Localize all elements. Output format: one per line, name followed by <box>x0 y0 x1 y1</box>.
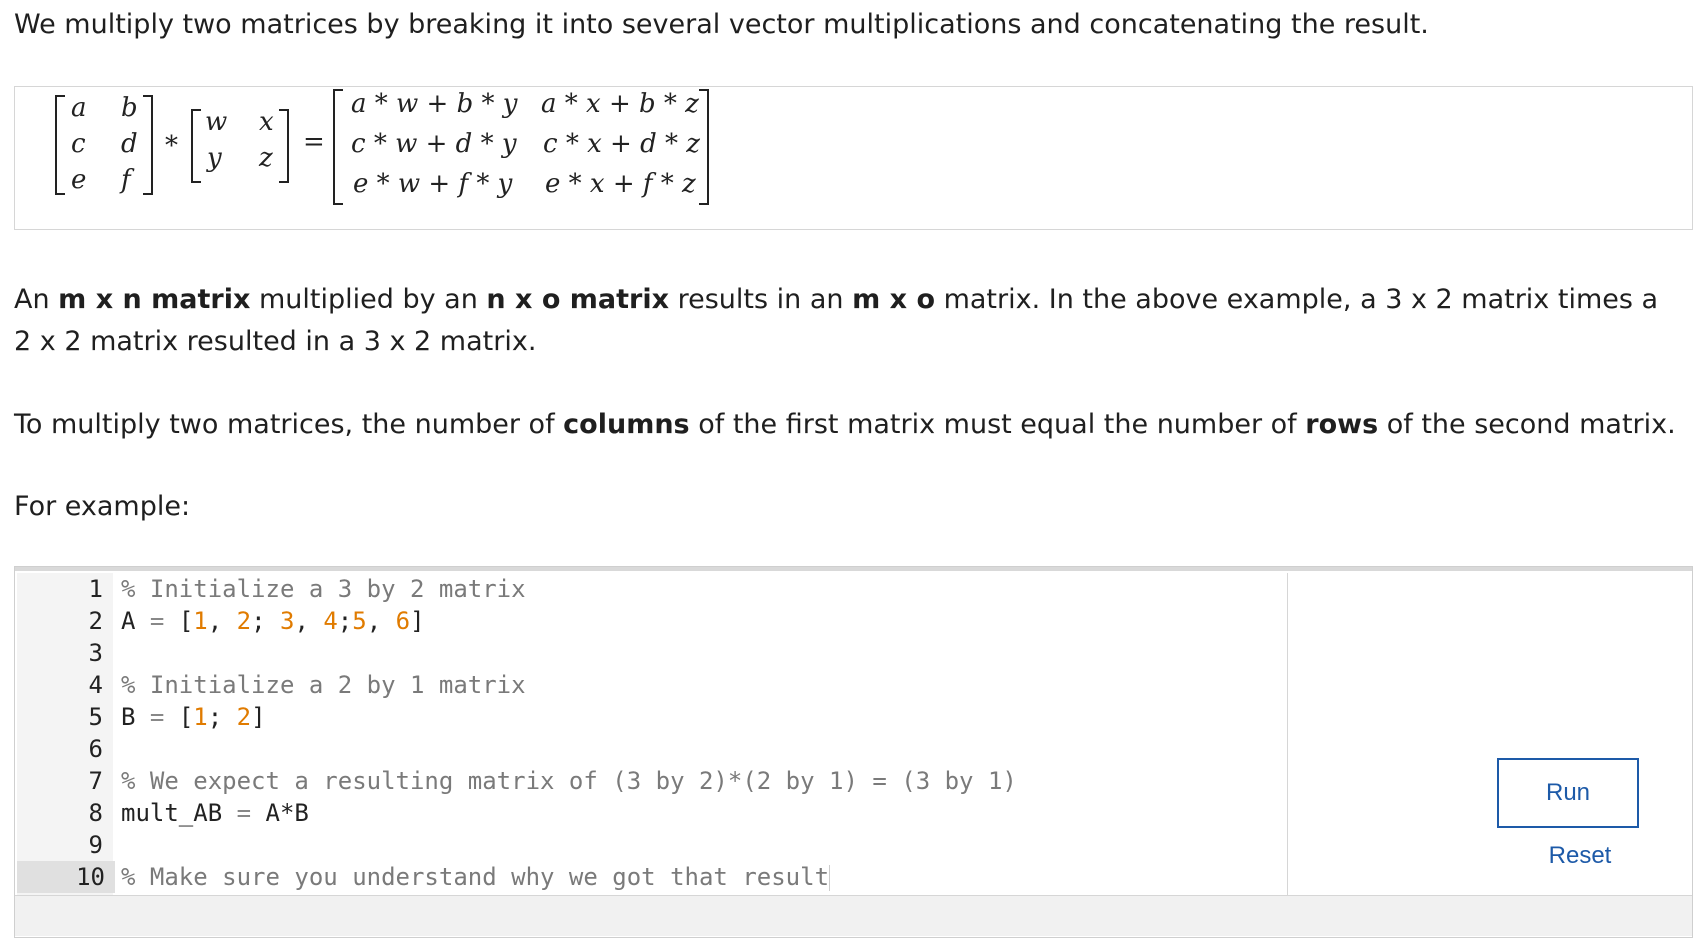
line-number: 5 <box>88 703 103 731</box>
line-number-gutter: 1 2 3 4 5 6 7 8 9 <box>17 573 113 895</box>
right-matrix-bracket-open <box>191 109 201 183</box>
code-text-area[interactable]: % Initialize a 3 by 2 matrix A = [1, 2; … <box>113 573 1288 895</box>
intro-text: We multiply two matrices by breaking it … <box>14 9 1429 40</box>
example-label: For example: <box>14 491 191 522</box>
line-number: 7 <box>88 767 103 795</box>
matrix-entry: w <box>205 107 228 137</box>
reset-link[interactable]: Reset <box>1540 842 1620 870</box>
matrix-entry: f <box>121 165 131 195</box>
code-line: A = [1, 2; 3, 4;5, 6] <box>121 607 425 635</box>
matrix-entry: d <box>121 129 138 159</box>
code-line-active: % Make sure you understand why we got th… <box>121 863 831 891</box>
result-entry: c * x + d * z <box>543 129 700 159</box>
code-comment: % We expect a resulting matrix of (3 by … <box>121 767 1017 795</box>
active-line-gutter: 10 <box>17 861 115 893</box>
line-number: 1 <box>88 575 103 603</box>
dimension-rule-text: An m x n matrix multiplied by an n x o m… <box>14 284 1659 357</box>
text-cursor <box>829 865 831 891</box>
line-number: 2 <box>88 607 103 635</box>
run-button[interactable]: Run <box>1497 758 1639 828</box>
matrix-entry: a <box>71 93 87 123</box>
times-operator: * <box>165 131 178 161</box>
code-line: mult_AB = A*B <box>121 799 309 827</box>
line-number: 3 <box>88 639 103 667</box>
matrix-entry: z <box>259 143 273 173</box>
result-matrix-bracket-open <box>333 89 343 205</box>
line-number: 8 <box>88 799 103 827</box>
code-editor: 1 2 3 4 5 6 7 8 9 10 % Initialize a 3 by… <box>14 566 1693 938</box>
equals-operator: = <box>303 127 325 157</box>
code-comment: % Initialize a 3 by 2 matrix <box>121 575 526 603</box>
matrix-equation: a b c d e f * w x y z = a * w + b * y a … <box>14 86 1693 230</box>
code-comment: % Initialize a 2 by 1 matrix <box>121 671 526 699</box>
line-number: 10 <box>76 863 105 891</box>
line-number: 6 <box>88 735 103 763</box>
left-matrix-bracket-close <box>143 95 153 195</box>
right-matrix-bracket-close <box>279 109 289 183</box>
output-panel <box>15 895 1692 936</box>
result-entry: e * w + f * y <box>353 169 513 199</box>
matrix-entry: e <box>71 165 87 195</box>
matrix-entry: x <box>259 107 274 137</box>
matrix-entry: y <box>207 143 222 173</box>
columns-rule-text: To multiply two matrices, the number of … <box>14 409 1676 440</box>
matrix-entry: b <box>121 93 138 123</box>
result-entry: a * x + b * z <box>541 89 699 119</box>
result-entry: c * w + d * y <box>351 129 517 159</box>
line-number: 9 <box>88 831 103 859</box>
result-matrix-bracket-close <box>699 89 709 205</box>
result-entry: a * w + b * y <box>351 89 518 119</box>
matrix-entry: c <box>71 129 86 159</box>
result-entry: e * x + f * z <box>545 169 696 199</box>
left-matrix-bracket-open <box>55 95 65 195</box>
line-number: 4 <box>88 671 103 699</box>
code-line: B = [1; 2] <box>121 703 266 731</box>
